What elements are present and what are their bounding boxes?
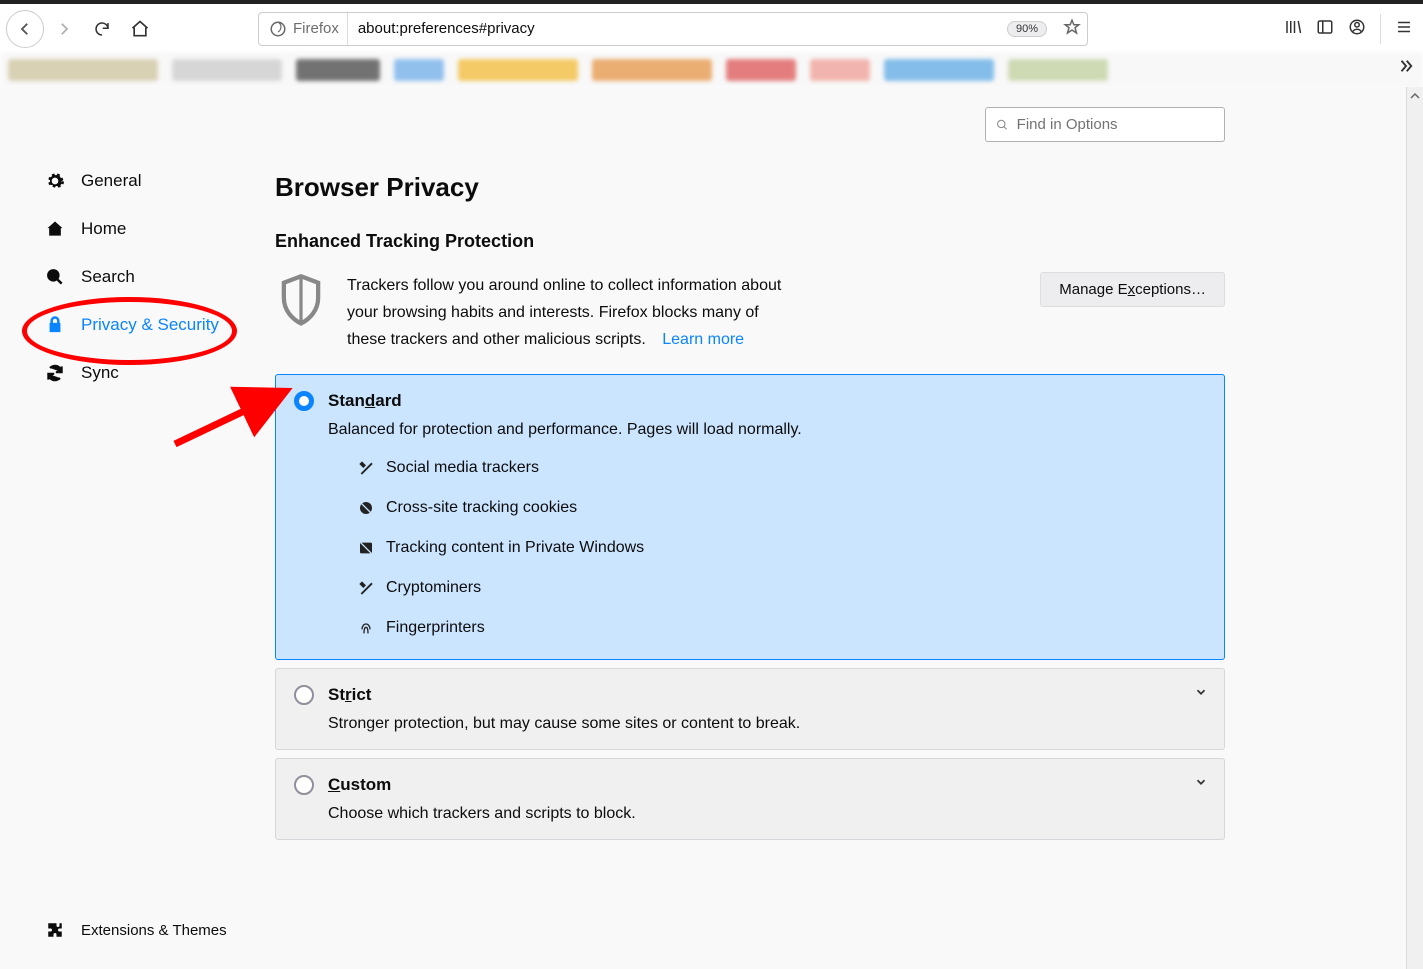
feature-item: Fingerprinters	[358, 619, 1206, 637]
radio-custom[interactable]	[294, 775, 314, 795]
zoom-badge[interactable]: 90%	[1007, 21, 1047, 37]
preferences-main: Browser Privacy Enhanced Tracking Protec…	[275, 87, 1275, 969]
bookmarks-overflow-icon[interactable]	[1397, 57, 1415, 78]
options-search-input[interactable]	[1017, 116, 1214, 133]
site-identity[interactable]: Firefox	[265, 13, 348, 45]
sidebar-item-label: Privacy & Security	[81, 315, 219, 335]
sidebar-item-general[interactable]: General	[0, 157, 275, 205]
feature-item: Social media trackers	[358, 459, 1206, 477]
options-search[interactable]	[985, 107, 1225, 142]
page-title: Browser Privacy	[275, 172, 1225, 203]
separator	[1380, 14, 1381, 44]
sync-icon	[44, 363, 66, 383]
home-button[interactable]	[122, 11, 158, 47]
sidebar-item-label: Sync	[81, 363, 119, 383]
sidebar-item-label: Home	[81, 219, 126, 239]
sidebar-item-search[interactable]: Search	[0, 253, 275, 301]
shield-icon	[275, 272, 327, 335]
sidebar-item-home[interactable]: Home	[0, 205, 275, 253]
search-icon	[44, 267, 66, 287]
url-text: about:preferences#privacy	[358, 20, 997, 37]
preferences-sidebar: General Home Search Privacy & Security S…	[0, 87, 275, 969]
sidebar-item-label: General	[81, 171, 141, 191]
option-title: Custom	[328, 775, 391, 795]
cryptominer-icon	[358, 580, 374, 596]
radio-standard[interactable]	[294, 391, 314, 411]
option-subtitle: Choose which trackers and scripts to blo…	[328, 805, 1206, 823]
window-icon	[358, 540, 374, 556]
option-subtitle: Stronger protection, but may cause some …	[328, 715, 1206, 733]
search-icon	[996, 118, 1009, 132]
account-icon[interactable]	[1348, 18, 1366, 39]
section-heading: Enhanced Tracking Protection	[275, 231, 1225, 252]
sidebar-item-label: Extensions & Themes	[81, 922, 227, 939]
feature-item: Cross-site tracking cookies	[358, 499, 1206, 517]
scroll-up-icon[interactable]	[1406, 87, 1423, 104]
standard-feature-list: Social media trackers Cross-site trackin…	[358, 459, 1206, 637]
option-subtitle: Balanced for protection and performance.…	[328, 421, 1206, 439]
manage-exceptions-button[interactable]: Manage Exceptions…	[1040, 272, 1225, 307]
gear-icon	[44, 171, 66, 191]
home-icon	[44, 219, 66, 239]
bookmarks-toolbar	[0, 53, 1423, 87]
app-menu-icon[interactable]	[1395, 18, 1413, 39]
feature-item: Tracking content in Private Windows	[358, 539, 1206, 557]
library-icon[interactable]	[1284, 18, 1302, 39]
fingerprint-icon	[358, 620, 374, 636]
protection-option-custom[interactable]: Custom Choose which trackers and scripts…	[275, 758, 1225, 840]
cookie-icon	[358, 500, 374, 516]
sidebar-item-privacy[interactable]: Privacy & Security	[0, 301, 275, 349]
etp-description: Trackers follow you around online to col…	[347, 272, 797, 354]
chevron-down-icon[interactable]	[1194, 685, 1208, 702]
option-title: Standard	[328, 391, 402, 411]
protection-option-strict[interactable]: Strict Stronger protection, but may caus…	[275, 668, 1225, 750]
identity-label: Firefox	[293, 20, 339, 37]
bookmark-star-icon[interactable]	[1063, 18, 1081, 39]
address-bar[interactable]: Firefox about:preferences#privacy 90%	[258, 12, 1088, 46]
firefox-icon	[269, 20, 287, 38]
browser-toolbar: Firefox about:preferences#privacy 90%	[0, 0, 1423, 53]
sidebar-item-label: Search	[81, 267, 135, 287]
forward-button	[46, 11, 82, 47]
vertical-scrollbar[interactable]	[1406, 87, 1423, 969]
chevron-down-icon[interactable]	[1194, 775, 1208, 792]
learn-more-link[interactable]: Learn more	[662, 331, 744, 348]
back-button[interactable]	[6, 10, 44, 48]
feature-item: Cryptominers	[358, 579, 1206, 597]
protection-option-standard[interactable]: Standard Balanced for protection and per…	[275, 374, 1225, 660]
preferences-content: General Home Search Privacy & Security S…	[0, 87, 1423, 969]
reload-button[interactable]	[84, 11, 120, 47]
option-title: Strict	[328, 685, 371, 705]
lock-icon	[44, 315, 66, 335]
tracker-icon	[358, 460, 374, 476]
radio-strict[interactable]	[294, 685, 314, 705]
toolbar-right	[1284, 14, 1417, 44]
sidebar-toggle-icon[interactable]	[1316, 18, 1334, 39]
puzzle-icon	[44, 921, 66, 939]
sidebar-item-sync[interactable]: Sync	[0, 349, 275, 397]
sidebar-item-extensions[interactable]: Extensions & Themes	[0, 911, 275, 949]
